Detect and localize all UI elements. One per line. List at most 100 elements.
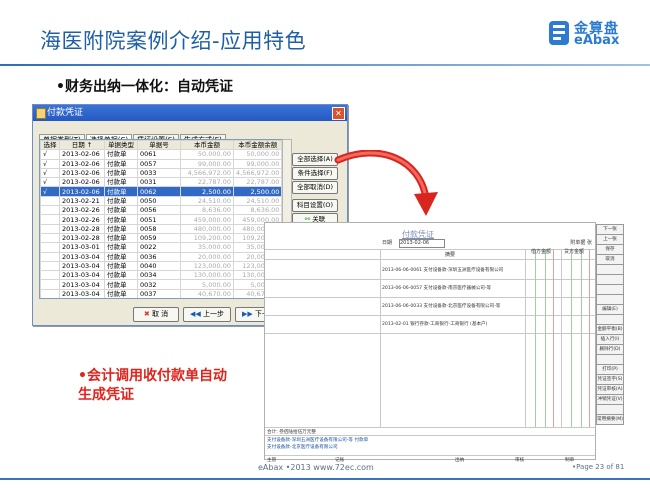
col-select[interactable]: 选择 [40,140,60,151]
table-cell-check: √ [40,167,60,179]
table-cell-date: 2013-03-04 [59,251,105,262]
table-row[interactable]: √ 2013-02-06 付款单 0061 50,000.00 50,000.00 [40,149,283,160]
table-cell-amt: 130,000.00 [180,270,234,281]
table-cell-date: 2013-03-01 [59,242,105,253]
table-cell-amt: 2,500.00 [180,186,234,197]
table-cell-date: 2013-02-28 [59,223,105,234]
table-row[interactable]: 2013-03-04 付款单 0034 130,000.00 130,000.00 [40,270,283,281]
table-cell-check [40,270,60,281]
table-cell-type: 付款单 [104,195,138,207]
table-row[interactable]: 2013-02-26 付款单 0056 8,636.00 8,636.00 [40,205,283,216]
voucher-entry-table[interactable]: 摘要 借方金额 贷方金额 2013-06-06-0061 支付设备款-深圳五洲医… [265,249,595,463]
document-grid[interactable]: 选择 日期 ↑ 单据类型 单据号 本币金额 本币金额余额 √ 2013-02-06… [39,139,284,299]
table-row[interactable]: 2013-03-04 付款单 0036 20,000.00 20,000.00 [40,251,283,262]
cancel-button[interactable]: ✖ 取 消 [133,307,179,322]
credit-column-header: 贷方金额 [564,249,585,255]
table-cell-check [40,214,60,225]
prev-step-button[interactable]: ◀◀ 上一步 [183,307,231,322]
voucher-form: 付款凭证 日期 2013-02-06 附单据 张 摘要 借方金额 贷方金额 20… [264,222,596,463]
table-cell-type: 付款单 [104,232,138,244]
table-header-row: 选择 日期 ↑ 单据类型 单据号 本币金额 本币金额余额 [40,140,283,151]
table-cell-no: 0050 [137,195,181,207]
table-cell-amt: 480,000.00 [180,223,234,234]
table-cell-bal: 99,000.00 [232,158,283,169]
table-cell-no: 0051 [137,214,181,225]
table-cell-no: 0057 [137,158,181,169]
sidebar-button-19[interactable]: 常用摘要(M) [596,414,624,425]
table-cell-no: 0059 [137,232,181,244]
voucher-sidebar: 下一张 上一张 保存 取消 编辑(E) 金额平衡(B) 插入行(I) 删除行(D) 打印(P) 凭… [596,222,624,425]
cancel-x-icon: ✖ [143,310,150,318]
dialog-tabs: 单据类型(T)选择单据(C)凭证设置(S)生成方式(E) [39,127,227,146]
flow-arrow-icon [334,150,438,216]
table-cell-type: 付款单 [104,186,138,197]
table-cell-no: 0040 [137,260,181,272]
bullet-finance-cashier: •财务出纳一体化：自动凭证 [56,79,233,95]
table-row[interactable]: √ 2013-02-06 付款单 0062 2,500.00 2,500.00 [40,186,283,197]
table-cell-no: 0034 [137,270,181,281]
table-row[interactable]: 2013-02-21 付款单 0050 24,510.00 24,510.00 [40,195,283,207]
signer-cashier: 出纳 [455,458,465,463]
voucher-footer-line-2: 支付设备款-北京医疗设备有限公司 [267,445,338,450]
table-cell-no: 0036 [137,251,181,262]
signer-reviewer: 审核 [515,458,525,463]
table-row[interactable]: 2013-02-26 付款单 0051 459,000.00 459,000.00 [40,214,283,225]
table-cell-check [40,195,60,207]
table-cell-bal: 50,000.00 [232,149,283,160]
table-cell-amt: 35,000.00 [180,242,234,253]
col-doc-no[interactable]: 单据号 [137,140,181,151]
voucher-line-2[interactable]: 2013-06-06-0057 支付设备款-南京医疗器械公司-等 [382,285,491,291]
table-cell-amt: 459,000.00 [180,214,234,225]
table-cell-type: 付款单 [104,223,138,234]
table-cell-amt: 5,000.00 [180,279,234,290]
table-row[interactable]: √ 2013-02-06 付款单 0031 22,787.00 22,787.00 [40,177,283,188]
voucher-line-4[interactable]: 2013-02-01 银行存款-工商银行-工商银行 (基本户) [382,321,487,327]
page-number: •Page 23 of 81 [572,463,625,471]
table-row[interactable]: 2013-03-04付款单00325,000.005,000.00 [40,279,283,290]
table-row[interactable]: √ 2013-02-06 付款单 0033 4,566,972.00 4,566,972.… [40,167,283,179]
document-table: 选择 日期 ↑ 单据类型 单据号 本币金额 本币金额余额 √ 2013-02-06… [40,140,283,298]
voucher-line-1[interactable]: 2013-06-06-0061 支付设备款-深圳五洲医疗设备有限公司 [382,267,503,273]
col-balance[interactable]: 本币金额余额 [232,140,283,151]
col-amount[interactable]: 本币金额 [180,140,234,151]
table-cell-type: 付款单 [104,158,138,169]
table-cell-check: √ [40,186,60,197]
table-row[interactable]: 2013-03-04 付款单 0040 123,000.00 123,000.00 [40,260,283,272]
bottom-divider [0,478,650,480]
table-cell-type: 付款单 [104,260,138,272]
slide-title: 海医附院案例介绍-应用特色 [40,29,307,53]
col-date[interactable]: 日期 ↑ [59,140,105,151]
table-cell-no: 0022 [137,242,181,253]
table-cell-date: 2013-02-26 [59,214,105,225]
table-cell-date: 2013-02-06 [59,167,105,179]
voucher-attachments: 附单据 张 [570,240,592,246]
close-icon[interactable]: ✕ [332,107,345,120]
voucher-date-input[interactable]: 2013-02-06 [399,239,445,248]
voucher-footer-line-1: 支付设备款-深圳五洲医疗设备有限公司-等 付款单 [267,438,369,443]
table-cell-amt: 8,636.00 [180,205,234,216]
table-cell-type: 付款单 [104,177,138,188]
title-divider [0,64,650,66]
table-cell-no: 0058 [137,223,181,234]
table-cell-date: 2013-02-06 [59,158,105,169]
voucher-line-3[interactable]: 2013-06-06-0033 支付设备款-北京医疗设备有限公司-等 [382,303,500,309]
table-cell-bal: 8,636.00 [232,205,283,216]
table-cell-date: 2013-02-06 [59,186,105,197]
table-row[interactable]: 2013-03-01 付款单 0022 35,000.00 35,000.00 [40,242,283,253]
table-cell-type: 付款单 [104,242,138,253]
table-cell-type: 付款单 [104,214,138,225]
table-cell-type: 付款单 [104,270,138,281]
table-row[interactable]: √ 2013-02-06 付款单 0057 99,000.00 99,000.00 [40,158,283,169]
table-cell-no: 0061 [137,149,181,160]
table-row[interactable]: 2013-02-28 付款单 0059 109,200.00 109,200.00 [40,232,283,244]
bullet-auto-voucher: •会计调用收付款单自动生成凭证 [78,368,227,403]
table-row[interactable]: 2013-02-28 付款单 0058 480,000.00 480,000.00 [40,223,283,234]
table-row[interactable]: 2013-03-04 付款单 0037 40,670.00 40,670.00 [40,288,283,298]
app-icon [36,108,46,119]
debit-column-header: 借方金额 [531,249,552,255]
col-doc-type[interactable]: 单据类型 [104,140,138,151]
table-cell-check [40,279,60,290]
eabax-logo: 金算盘 eAbax [548,18,638,48]
dialog-titlebar[interactable]: 付款凭证 ✕ [33,105,347,121]
table-cell-amt: 99,000.00 [180,158,234,169]
